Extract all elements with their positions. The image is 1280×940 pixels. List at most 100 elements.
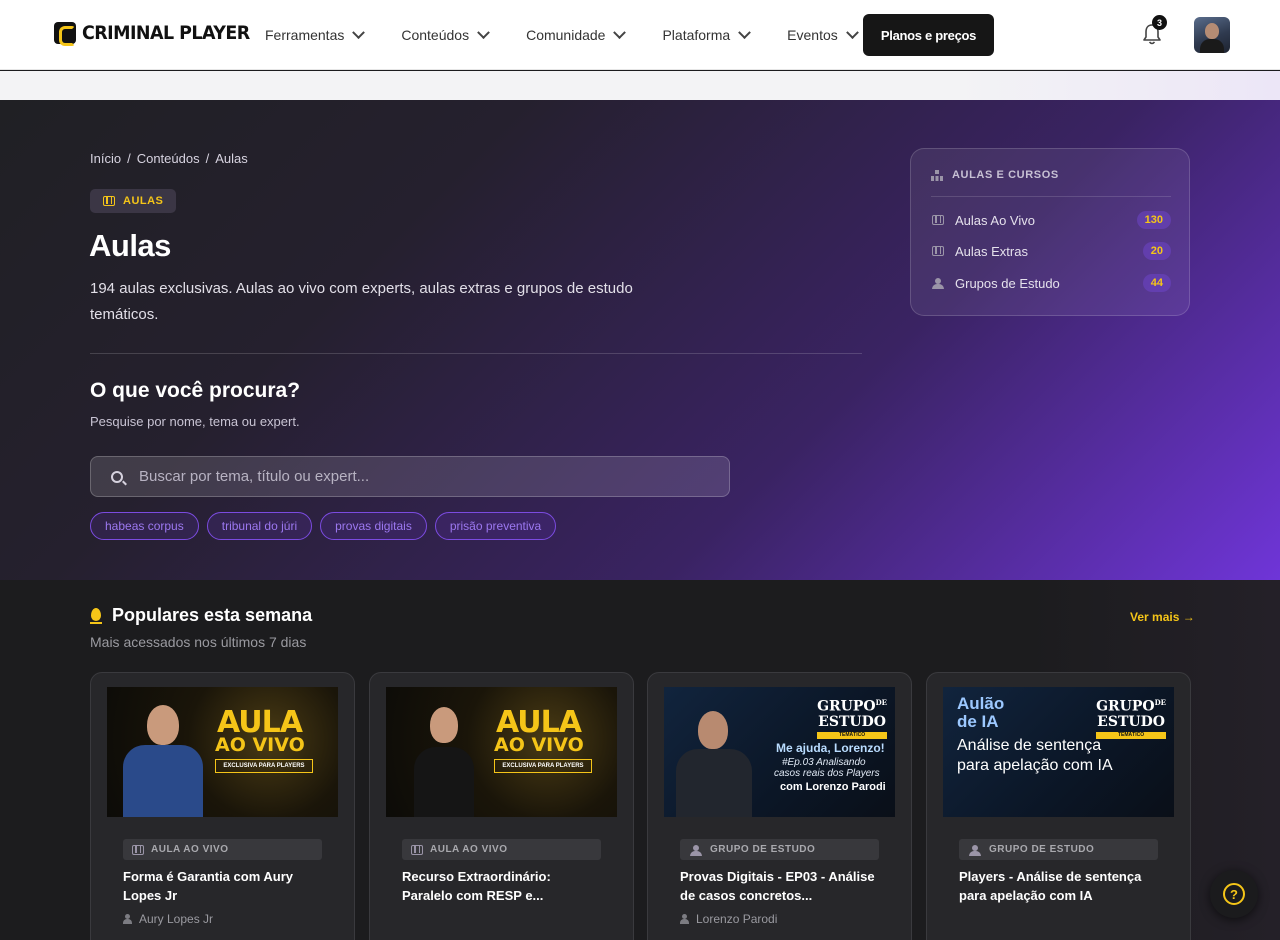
categories-card: AULAS E CURSOS Aulas Ao Vivo 130 Aulas E… [910, 148, 1190, 316]
thumbnail-subtitle: AO VIVO [494, 734, 584, 756]
category-aulas-extras[interactable]: Aulas Extras 20 [931, 240, 1171, 262]
nav-conteudos[interactable]: Conteúdos [401, 25, 490, 43]
logo-sup: DE [1154, 698, 1166, 707]
category-label: Aulas Ao Vivo [955, 212, 1035, 228]
category-grupos-de-estudo[interactable]: Grupos de Estudo 44 [931, 272, 1171, 294]
nav-comunidade[interactable]: Comunidade [526, 25, 627, 43]
nav-label: Plataforma [662, 27, 731, 43]
users-icon [689, 844, 703, 856]
nav-label: Ferramentas [265, 27, 345, 43]
thumbnail-text: Análise de sentença [957, 737, 1102, 754]
thumbnail-person [119, 697, 205, 817]
users-icon [968, 844, 982, 856]
chip-prisao-preventiva[interactable]: prisão preventiva [434, 512, 557, 540]
course-card[interactable]: GRUPODE ESTUDO TEMÁTICO Me ajuda, Lorenz… [647, 672, 912, 940]
nav-plataforma[interactable]: Plataforma [662, 25, 752, 43]
card-category-label: GRUPO DE ESTUDO [710, 844, 816, 855]
logo-line: GRUPO [1096, 698, 1155, 715]
question-icon: ? [1223, 883, 1245, 905]
thumbnail-text: para apelação com IA [957, 757, 1113, 774]
course-thumbnail: GRUPODE ESTUDO TEMÁTICO Me ajuda, Lorenz… [664, 687, 895, 817]
main-nav: Ferramentas Conteúdos Comunidade Platafo… [265, 0, 895, 70]
breadcrumb-separator: / [127, 151, 131, 166]
category-aulas-ao-vivo[interactable]: Aulas Ao Vivo 130 [931, 209, 1171, 231]
course-card[interactable]: AULA AO VIVO EXCLUSIVA PARA PLAYERS AULA… [90, 672, 355, 940]
thumbnail-badge: EXCLUSIVA PARA PLAYERS [215, 759, 313, 773]
nav-ferramentas[interactable]: Ferramentas [265, 25, 366, 43]
course-thumbnail: AULA AO VIVO EXCLUSIVA PARA PLAYERS [107, 687, 338, 817]
chip-tribunal-do-juri[interactable]: tribunal do júri [206, 512, 313, 540]
search-input[interactable] [139, 468, 729, 485]
thumbnail-logo: GRUPODE ESTUDO TEMÁTICO [817, 695, 887, 739]
popular-heading-label: Populares esta semana [112, 605, 313, 625]
thumbnail-subtitle: AO VIVO [215, 734, 305, 756]
nav-label: Eventos [787, 27, 838, 43]
nav-label: Conteúdos [401, 27, 470, 43]
card-category-label: GRUPO DE ESTUDO [989, 844, 1095, 855]
nav-eventos[interactable]: Eventos [787, 25, 859, 43]
category-label: Aulas Extras [955, 243, 1028, 259]
suggestion-chips: habeas corpus tribunal do júri provas di… [90, 512, 557, 540]
logo-line: ESTUDO [818, 713, 886, 730]
breadcrumb-conteudos[interactable]: Conteúdos [137, 151, 200, 166]
card-title: Provas Digitais - EP03 - Análise de caso… [680, 869, 875, 903]
users-icon [931, 278, 945, 289]
film-icon [132, 844, 144, 855]
thumbnail-text: casos reais dos Players [774, 768, 880, 779]
card-author-name: Lorenzo Parodi [696, 912, 778, 926]
card-category-tag: GRUPO DE ESTUDO [959, 839, 1158, 860]
chevron-down-icon [845, 25, 859, 39]
logo-tag: TEMÁTICO [1096, 731, 1166, 739]
avatar[interactable] [1194, 17, 1230, 53]
logo-line: ESTUDO [1097, 713, 1165, 730]
chip-habeas-corpus[interactable]: habeas corpus [90, 512, 199, 540]
logo[interactable]: CRIMINAL PLAYER [54, 22, 264, 46]
card-title: Recurso Extraordinário: Paralelo com RES… [402, 869, 551, 903]
user-icon [680, 914, 689, 924]
thumbnail-text: de IA [957, 712, 999, 731]
card-author: Lorenzo Parodi [680, 912, 777, 926]
thumbnail-title: AULA [217, 705, 303, 740]
course-card[interactable]: Aulão de IA GRUPODE ESTUDO TEMÁTICO Anál… [926, 672, 1191, 940]
categories-heading-label: AULAS E CURSOS [952, 169, 1059, 181]
nav-label: Comunidade [526, 27, 606, 43]
search-heading: O que você procura? [90, 379, 301, 402]
logo-text: CRIMINAL PLAYER [82, 22, 250, 44]
thumbnail-badge: EXCLUSIVA PARA PLAYERS [494, 759, 592, 773]
search-icon [111, 470, 123, 483]
popular-subheading: Mais acessados nos últimos 7 dias [90, 634, 307, 650]
sitemap-icon [931, 169, 943, 181]
course-card[interactable]: AULA AO VIVO EXCLUSIVA PARA PLAYERS AULA… [369, 672, 634, 940]
film-icon-wrap [931, 215, 945, 225]
search-subheading: Pesquise por nome, tema ou expert. [90, 414, 300, 429]
users-icon-wrap [931, 278, 945, 289]
person-body [414, 747, 474, 817]
card-category-label: AULA AO VIVO [430, 844, 508, 855]
film-icon [932, 215, 944, 225]
help-button[interactable]: ? [1210, 870, 1258, 918]
course-thumbnail: Aulão de IA GRUPODE ESTUDO TEMÁTICO Anál… [943, 687, 1174, 817]
breadcrumb-aulas: Aulas [215, 151, 248, 166]
plans-button[interactable]: Planos e preços [863, 14, 994, 56]
user-icon [123, 914, 132, 924]
thumbnail-title: AULA [496, 705, 582, 740]
thumbnail-person [408, 697, 480, 817]
logo-icon [54, 22, 76, 46]
chevron-down-icon [477, 25, 490, 39]
search-box[interactable] [90, 456, 730, 497]
person-head [430, 707, 458, 743]
divider [90, 353, 862, 354]
chip-provas-digitais[interactable]: provas digitais [320, 512, 427, 540]
thumbnail-person [674, 697, 754, 817]
see-more-link[interactable]: Ver mais → [1130, 610, 1195, 624]
notification-badge: 3 [1152, 15, 1167, 30]
popular-section: Populares esta semana Mais acessados nos… [0, 580, 1280, 940]
thumbnail-logo: GRUPODE ESTUDO TEMÁTICO [1096, 695, 1166, 739]
category-count: 20 [1142, 242, 1171, 260]
card-category-tag: AULA AO VIVO [123, 839, 322, 860]
breadcrumb-inicio[interactable]: Início [90, 151, 121, 166]
chevron-down-icon [613, 25, 627, 39]
flame-icon [90, 607, 102, 624]
logo-line: GRUPO [817, 698, 876, 715]
film-icon [103, 196, 115, 206]
